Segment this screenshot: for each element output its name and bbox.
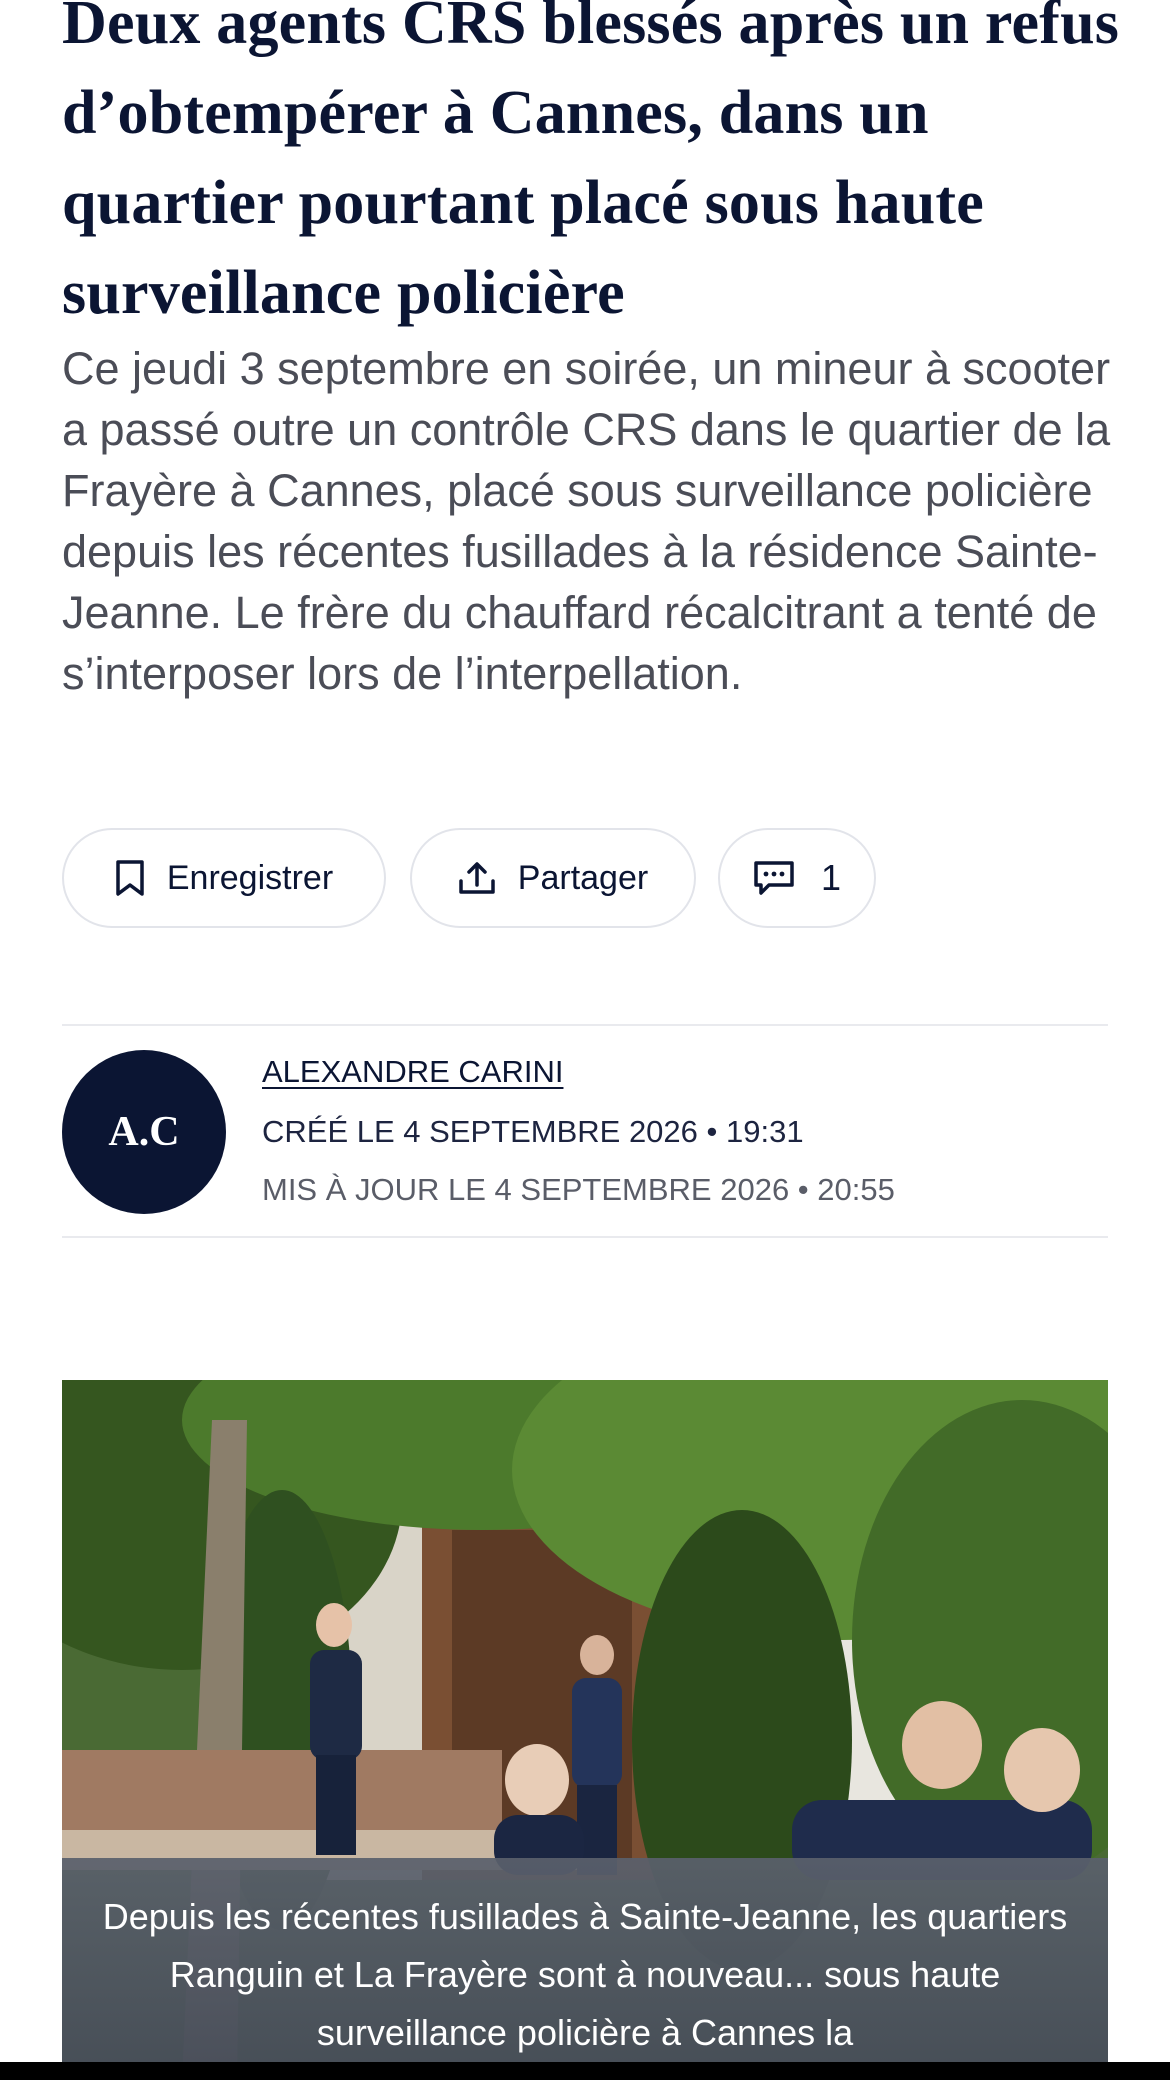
comment-icon [753,860,795,896]
share-label: Partager [517,858,649,897]
share-button[interactable]: Partager [410,828,696,928]
system-bottom-bar [0,2062,1170,2080]
comments-count: 1 [820,857,842,898]
save-button[interactable]: Enregistrer [62,828,386,928]
author-avatar: A.C [62,1050,226,1214]
divider [62,1236,1108,1238]
updated-date: MIS À JOUR LE 4 SEPTEMBRE 2026 • 20:55 [262,1172,895,1207]
article-photo[interactable]: Depuis les récentes fusillades à Sainte-… [62,1380,1108,2080]
author-name-link[interactable]: ALEXANDRE CARINI [262,1054,563,1090]
comments-button[interactable]: 1 [718,828,876,928]
divider [62,1024,1108,1026]
article-headline: Deux agents CRS blessés après un refus d… [62,0,1120,327]
share-icon [458,861,496,895]
article-lead: Ce jeudi 3 septembre en soirée, un mineu… [62,343,1111,699]
created-date: CRÉÉ LE 4 SEPTEMBRE 2026 • 19:31 [262,1114,804,1149]
save-label: Enregistrer [166,858,334,897]
photo-caption: Depuis les récentes fusillades à Sainte-… [62,1858,1108,2080]
bookmark-icon [115,859,145,897]
